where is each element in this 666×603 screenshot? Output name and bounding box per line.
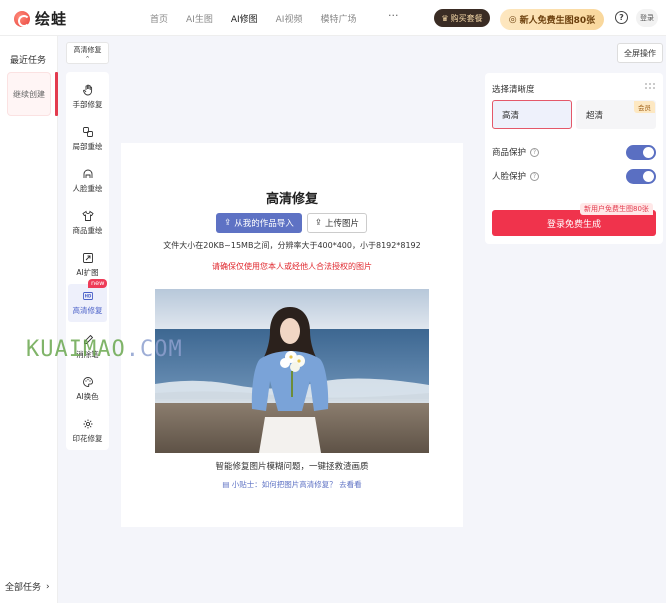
quality-option-hd[interactable]: 高清 bbox=[492, 100, 572, 129]
upload-icon: ⇪ bbox=[314, 218, 323, 228]
left-sidebar: 最近任务 继续创建 全部任务 › bbox=[0, 36, 58, 603]
clarity-title: 选择清晰度 bbox=[492, 85, 535, 95]
logo-icon bbox=[14, 10, 30, 27]
nav-item-model-square[interactable]: 模特广场 bbox=[320, 12, 356, 25]
authorization-warning: 请确保仅使用您本人或经他人合法授权的图片 bbox=[212, 262, 372, 271]
quality-label: 超清 bbox=[586, 110, 604, 121]
import-label: 从我的作品导入 bbox=[234, 219, 294, 229]
tool-menu: 手部修复 局部重绘 人脸重绘 商品重绘 AI扩图 new HD 高清修复 消除笔… bbox=[66, 72, 109, 450]
tool-label: AI扩图 bbox=[76, 268, 99, 277]
free-promo-label: 新人免费生图80张 bbox=[519, 16, 596, 26]
tool-product-repaint[interactable]: 商品重绘 bbox=[68, 204, 107, 242]
sample-photo-illustration bbox=[155, 289, 429, 453]
login-button[interactable]: 登录 bbox=[636, 9, 658, 27]
tip-icon: ▤ bbox=[222, 480, 230, 489]
new-badge: new bbox=[88, 279, 108, 288]
svg-text:HD: HD bbox=[84, 294, 91, 299]
nav-item-ai-edit[interactable]: AI修图 bbox=[231, 12, 258, 25]
hd-icon: HD bbox=[82, 292, 93, 300]
tool-hand-repair[interactable]: 手部修复 bbox=[68, 78, 107, 116]
buy-package-label: 购买套餐 bbox=[450, 13, 483, 23]
file-limit-text: 文件大小在20KB~15MB之间，分辨率大于400*400，小于8192*819… bbox=[163, 241, 421, 250]
palette-icon bbox=[82, 377, 93, 387]
quality-option-uhd[interactable]: 超清 会员 bbox=[576, 100, 656, 129]
new-user-promo-tag: 新用户免费生图80张 bbox=[580, 203, 653, 215]
tool-local-repaint[interactable]: 局部重绘 bbox=[68, 120, 107, 158]
mode-select-value: 高清修复 bbox=[73, 46, 102, 54]
chevron-up-icon: ⌃ bbox=[84, 55, 91, 63]
upload-image-button[interactable]: ⇪ 上传图片 bbox=[307, 213, 367, 233]
product-protect-label: 商品保护 bbox=[492, 148, 527, 158]
crown-icon: ♛ bbox=[441, 13, 449, 23]
tool-face-repaint[interactable]: 人脸重绘 bbox=[68, 162, 107, 200]
nav-more-button[interactable]: ··· bbox=[388, 9, 399, 22]
import-from-works-button[interactable]: ⇪ 从我的作品导入 bbox=[216, 213, 302, 233]
fullscreen-button[interactable]: 全屏操作 bbox=[617, 43, 663, 63]
face-protect-toggle[interactable] bbox=[626, 169, 656, 184]
mode-select[interactable]: 高清修复 ⌃ bbox=[66, 42, 109, 64]
tool-label: AI换色 bbox=[76, 392, 99, 401]
print-repair-icon bbox=[83, 419, 92, 429]
upload-label: 上传图片 bbox=[325, 219, 360, 229]
expand-icon bbox=[82, 253, 93, 263]
logo[interactable]: 绘蛙 bbox=[14, 8, 67, 29]
help-icon[interactable]: ? bbox=[615, 11, 628, 24]
main-nav: 首页 AI生图 AI修图 AI视频 模特广场 bbox=[150, 12, 374, 25]
sample-caption: 智能修复图片模糊问题，一键拯救渣画质 bbox=[215, 462, 369, 472]
nav-item-home[interactable]: 首页 bbox=[150, 12, 168, 25]
drag-handle-icon[interactable] bbox=[645, 83, 655, 90]
page-title: 高清修复 bbox=[265, 192, 318, 207]
tool-ai-recolor[interactable]: AI换色 bbox=[68, 370, 107, 408]
tool-label: 印花修复 bbox=[72, 434, 103, 443]
upload-canvas-card: 高清修复 ⇪ 从我的作品导入 ⇪ 上传图片 文件大小在20KB~15MB之间，分… bbox=[121, 143, 463, 527]
tool-label: 人脸重绘 bbox=[72, 184, 103, 193]
recent-tasks-title: 最近任务 bbox=[10, 56, 47, 66]
chevron-right-icon: › bbox=[46, 581, 50, 592]
tool-label: 商品重绘 bbox=[72, 226, 103, 235]
product-protect-toggle[interactable] bbox=[626, 145, 656, 160]
tool-hd-repair[interactable]: new HD 高清修复 bbox=[68, 279, 108, 322]
quality-label: 高清 bbox=[502, 110, 520, 121]
top-bar: 绘蛙 首页 AI生图 AI修图 AI视频 模特广场 ··· ♛ 购买套餐 ◎ 新… bbox=[0, 0, 666, 36]
member-badge: 会员 bbox=[634, 101, 655, 113]
local-repaint-icon bbox=[82, 127, 93, 137]
face-protect-label: 人脸保护 bbox=[492, 172, 527, 182]
tool-label: 手部修复 bbox=[72, 100, 103, 109]
coin-icon: ◎ bbox=[508, 14, 517, 25]
continue-create-label: 继续创建 bbox=[13, 89, 45, 99]
continue-create-card[interactable]: 继续创建 bbox=[7, 72, 51, 116]
nav-item-ai-image[interactable]: AI生图 bbox=[186, 12, 213, 25]
brand-name: 绘蛙 bbox=[35, 10, 68, 28]
shirt-icon bbox=[81, 210, 94, 221]
sample-image bbox=[155, 289, 429, 453]
all-tasks-link[interactable]: 全部任务 › bbox=[5, 580, 50, 594]
question-icon[interactable]: ? bbox=[530, 147, 540, 157]
all-tasks-label: 全部任务 bbox=[5, 583, 42, 593]
tool-label: 局部重绘 bbox=[72, 142, 103, 151]
free-promo-button[interactable]: ◎ 新人免费生图80张 bbox=[500, 9, 604, 30]
tip-text: 小贴士：如何把图片高清修复？ 去看看 bbox=[231, 480, 362, 489]
face-icon bbox=[83, 169, 92, 178]
tip-link[interactable]: ▤ 小贴士：如何把图片高清修复？ 去看看 bbox=[121, 479, 463, 490]
active-task-marker bbox=[55, 72, 58, 116]
tool-print-repair[interactable]: 印花修复 bbox=[68, 412, 107, 450]
nav-item-ai-video[interactable]: AI视频 bbox=[276, 12, 303, 25]
import-icon: ⇪ bbox=[224, 218, 232, 228]
tool-label: 高清修复 bbox=[72, 306, 103, 315]
product-protect-row: 商品保护 ? bbox=[492, 144, 656, 160]
settings-panel: 选择清晰度 高清 超清 会员 商品保护 ? 人脸保护 ? 登录免费生成 新用户免… bbox=[485, 73, 663, 244]
watermark: KUAIMAO.COM bbox=[26, 337, 183, 362]
hand-icon bbox=[82, 84, 92, 96]
question-icon[interactable]: ? bbox=[530, 171, 540, 181]
face-protect-row: 人脸保护 ? bbox=[492, 168, 656, 184]
buy-package-button[interactable]: ♛ 购买套餐 bbox=[434, 9, 490, 27]
